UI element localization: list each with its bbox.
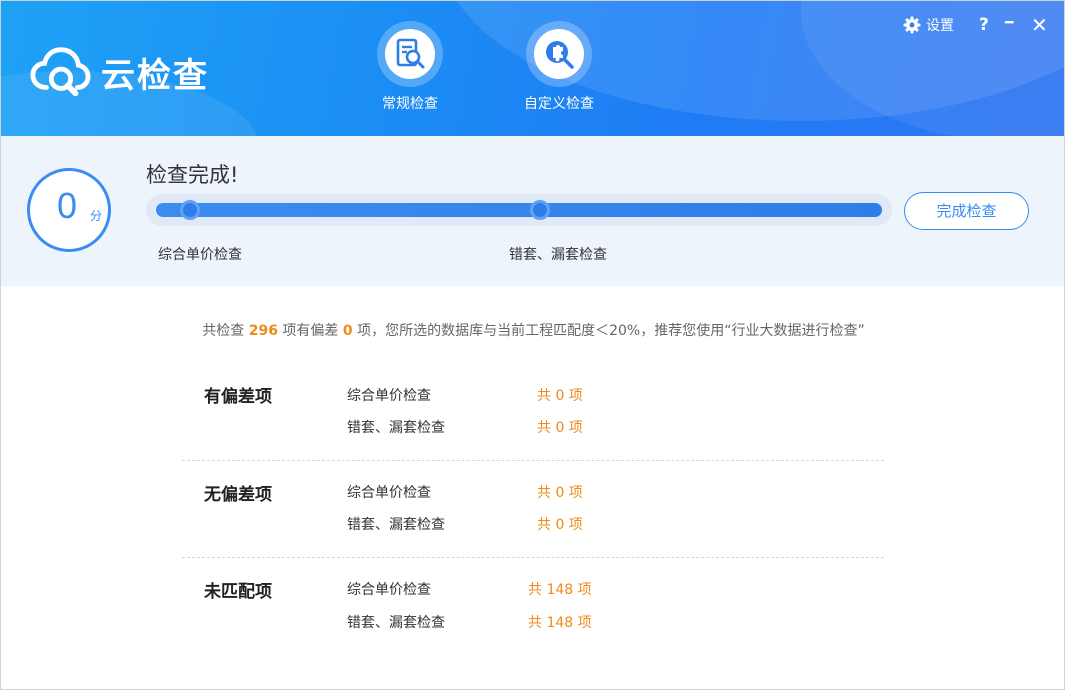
stage-label-mismatch: 错套、漏套检查 xyxy=(509,247,607,263)
row-name: 错套、漏套检查 xyxy=(347,420,445,436)
row-count[interactable]: 共 0 项 xyxy=(537,482,583,502)
close-button[interactable]: ✕ xyxy=(1031,13,1048,37)
group-title-no-deviation: 无偏差项 xyxy=(204,485,272,505)
stage-marker-unit-price xyxy=(180,200,200,220)
summary-deviated-count: 0 xyxy=(342,323,353,339)
summary-mid: 项有偏差 xyxy=(282,323,339,339)
row-name: 错套、漏套检查 xyxy=(347,615,445,631)
row-count[interactable]: 共 148 项 xyxy=(528,579,592,599)
progress-fill xyxy=(156,203,882,217)
cloud-search-icon xyxy=(30,47,91,97)
header-bar: 云检查 常规检查 自定义检查 设置 ? ━ ✕ xyxy=(1,1,1064,136)
summary-suffix: 项，您所选的数据库与当前工程匹配度＜20%，推荐您使用“行业大数据进行检查” xyxy=(357,323,865,339)
row-count[interactable]: 共 148 项 xyxy=(528,612,592,632)
row-count[interactable]: 共 0 项 xyxy=(537,385,583,405)
row-count[interactable]: 共 0 项 xyxy=(537,417,583,437)
summary-prefix: 共检查 xyxy=(202,323,245,339)
divider xyxy=(182,460,884,461)
settings-label: 设置 xyxy=(926,18,954,34)
puzzle-search-icon xyxy=(546,41,574,69)
row-count[interactable]: 共 0 项 xyxy=(537,514,583,534)
document-search-icon xyxy=(396,38,425,69)
settings-button[interactable]: 设置 xyxy=(903,15,954,35)
nav-custom-check-label: 自定义检查 xyxy=(524,96,594,112)
app-window: 云检查 常规检查 自定义检查 设置 ? ━ ✕ 0 分 检查完成! 综合单价检查… xyxy=(0,0,1065,690)
help-button[interactable]: ? xyxy=(979,15,989,35)
status-title: 检查完成! xyxy=(146,163,239,187)
progress-panel: 0 分 检查完成! 综合单价检查 错套、漏套检查 完成检查 xyxy=(1,136,1064,286)
summary-total-count: 296 xyxy=(248,323,278,339)
nav-custom-check[interactable]: 自定义检查 xyxy=(504,21,614,113)
gear-icon xyxy=(903,16,921,34)
summary-text: 共检查 296 项有偏差 0 项，您所选的数据库与当前工程匹配度＜20%，推荐您… xyxy=(1,320,1064,340)
finish-check-button[interactable]: 完成检查 xyxy=(904,192,1029,230)
row-name: 综合单价检查 xyxy=(347,388,431,404)
app-title: 云检查 xyxy=(101,55,209,96)
row-name: 综合单价检查 xyxy=(347,485,431,501)
progress-track xyxy=(146,194,892,226)
score-circle: 0 分 xyxy=(27,168,111,252)
divider xyxy=(182,557,884,558)
score-unit: 分 xyxy=(90,209,103,223)
stage-marker-mismatch xyxy=(530,200,550,220)
app-logo: 云检查 xyxy=(29,41,209,103)
stage-label-unit-price: 综合单价检查 xyxy=(158,247,242,263)
group-title-unmatched: 未匹配项 xyxy=(204,582,272,602)
row-name: 错套、漏套检查 xyxy=(347,517,445,533)
nav-routine-check[interactable]: 常规检查 xyxy=(355,21,465,113)
row-name: 综合单价检查 xyxy=(347,582,431,598)
minimize-button[interactable]: ━ xyxy=(1005,15,1013,31)
group-title-deviated: 有偏差项 xyxy=(204,387,272,407)
nav-routine-check-label: 常规检查 xyxy=(382,96,438,112)
